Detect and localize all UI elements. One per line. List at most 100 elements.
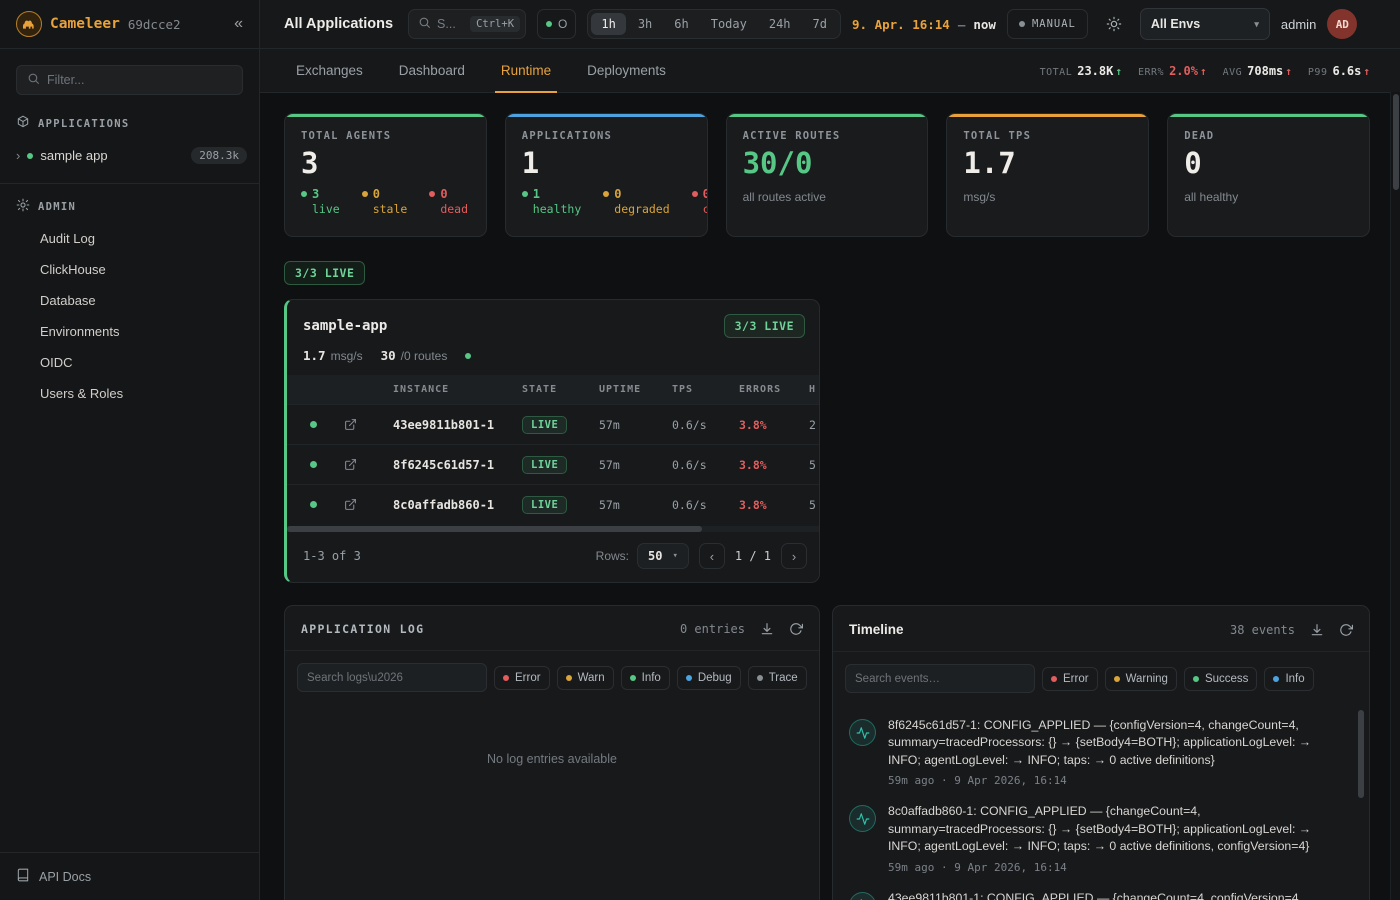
refresh-icon[interactable]: [1339, 623, 1353, 637]
applications-section-header: APPLICATIONS: [0, 101, 259, 140]
log-filter-trace[interactable]: Trace: [748, 666, 807, 690]
log-filter-warn[interactable]: Warn: [557, 666, 614, 690]
chevron-right-icon[interactable]: ›: [16, 148, 20, 163]
manual-label: MANUAL: [1032, 18, 1076, 30]
camel-logo-icon: [16, 11, 42, 37]
stat-card-dead: DEAD 0 all healthy: [1167, 113, 1370, 237]
download-icon[interactable]: [760, 622, 774, 636]
sidebar-item-clickhouse[interactable]: ClickHouse: [0, 254, 259, 285]
sidebar-item-database[interactable]: Database: [0, 285, 259, 316]
timeline-filter-success[interactable]: Success: [1184, 667, 1257, 691]
timeline-event[interactable]: 8c0affadb860-1: CONFIG_APPLIED — {change…: [849, 803, 1347, 873]
app-root: Cameleer 69dcce2 « APPLICATIONS › sample…: [0, 0, 1400, 900]
theme-toggle-button[interactable]: [1099, 9, 1129, 39]
global-search[interactable]: S... Ctrl+K: [408, 9, 526, 39]
instance-health-dot: [310, 461, 317, 468]
stat-p99: P99 6.6s ↑: [1308, 64, 1370, 78]
tab-runtime[interactable]: Runtime: [501, 49, 551, 92]
log-filter-debug[interactable]: Debug: [677, 666, 741, 690]
topbar: All Applications S... Ctrl+K O 1h 3h 6h …: [260, 0, 1400, 49]
summary-stats: TOTAL 23.8K ↑ ERR% 2.0% ↑ AVG 708ms ↑ P9…: [1040, 49, 1370, 92]
page-scrollbar[interactable]: [1390, 92, 1400, 900]
log-controls: Error Warn Info Debug Trace: [285, 651, 819, 704]
api-docs-label: API Docs: [39, 870, 91, 884]
up-arrow-icon: ↑: [1363, 65, 1370, 78]
table-footer: 1-3 of 3 Rows: 50 ▾ ‹ 1 / 1 ›: [287, 532, 819, 582]
log-filter-info[interactable]: Info: [621, 666, 670, 690]
refresh-mode-button[interactable]: MANUAL: [1007, 9, 1088, 39]
build-hash: 69dcce2: [128, 17, 181, 32]
time-range-1h[interactable]: 1h: [591, 13, 625, 35]
substat-stale: 0 stale: [362, 187, 408, 216]
tabbar: Exchanges Dashboard Runtime Deployments …: [260, 49, 1400, 93]
table-row[interactable]: 43ee9811b801-1 LIVE 57m 0.6/s 3.8% 2: [287, 404, 819, 444]
admin-section-header: ADMIN: [0, 184, 259, 223]
table-row[interactable]: 8f6245c61d57-1 LIVE 57m 0.6/s 3.8% 5: [287, 444, 819, 484]
instance-health-dot: [310, 421, 317, 428]
next-page-button[interactable]: ›: [781, 543, 807, 569]
external-link-icon[interactable]: [331, 498, 393, 511]
timeline-filter-error[interactable]: Error: [1042, 667, 1098, 691]
filter-input-box[interactable]: [16, 65, 243, 95]
app-title: Cameleer: [50, 16, 120, 32]
download-icon[interactable]: [1310, 623, 1324, 637]
sidebar-item-audit-log[interactable]: Audit Log: [0, 223, 259, 254]
prev-page-button[interactable]: ‹: [699, 543, 725, 569]
time-range-24h[interactable]: 24h: [759, 13, 801, 35]
timeline-event[interactable]: 8f6245c61d57-1: CONFIG_APPLIED — {config…: [849, 717, 1347, 787]
sidebar-item-users-roles[interactable]: Users & Roles: [0, 378, 259, 409]
chevron-down-icon: ▾: [672, 551, 677, 561]
rows-per-page-select[interactable]: 50 ▾: [637, 543, 689, 569]
timeline-scrollbar-thumb[interactable]: [1358, 710, 1364, 798]
time-range-today[interactable]: Today: [701, 13, 757, 35]
sidebar-item-oidc[interactable]: OIDC: [0, 347, 259, 378]
avatar[interactable]: AD: [1327, 9, 1357, 39]
timeline-filter-info[interactable]: Info: [1264, 667, 1313, 691]
timeline-event[interactable]: 43ee9811b801-1: CONFIG_APPLIED — {change…: [849, 890, 1347, 900]
log-search-input[interactable]: [307, 672, 477, 684]
time-range-6h[interactable]: 6h: [664, 13, 698, 35]
substat-degraded: 0 degraded: [603, 187, 669, 216]
card-accent: [947, 114, 1148, 117]
page-scrollbar-thumb[interactable]: [1393, 94, 1399, 190]
app-item-label: sample app: [40, 148, 107, 163]
external-link-icon[interactable]: [331, 458, 393, 471]
sidebar-item-sample-app[interactable]: › sample app 208.3k: [0, 140, 259, 171]
application-metrics: 1.7msg/s 30/0 routes: [287, 348, 819, 375]
date-to: now: [973, 17, 996, 32]
sidebar: Cameleer 69dcce2 « APPLICATIONS › sample…: [0, 0, 260, 900]
timeline-search-box[interactable]: [845, 664, 1035, 693]
stat-cards-row: TOTAL AGENTS 3 3 live 0 stale 0: [284, 113, 1370, 237]
activity-icon: [849, 719, 876, 746]
tab-deployments[interactable]: Deployments: [587, 49, 666, 92]
book-icon: [16, 868, 30, 885]
timeline-search-input[interactable]: [855, 673, 1025, 685]
timeline-events-count: 38 events: [1230, 623, 1295, 637]
time-range-3h[interactable]: 3h: [628, 13, 662, 35]
date-range-display[interactable]: 9. Apr. 16:14 — now: [852, 17, 996, 32]
log-search-box[interactable]: [297, 663, 487, 692]
online-status-pill[interactable]: O: [537, 9, 576, 39]
external-link-icon[interactable]: [331, 418, 393, 431]
tab-dashboard[interactable]: Dashboard: [399, 49, 465, 92]
filter-input[interactable]: [47, 73, 232, 87]
chevron-down-icon: ▾: [1254, 19, 1259, 30]
page-title: All Applications: [284, 16, 393, 32]
sidebar-collapse-button[interactable]: «: [234, 15, 243, 33]
applications-header-label: APPLICATIONS: [38, 118, 129, 130]
stat-card-active-routes: ACTIVE ROUTES 30/0 all routes active: [726, 113, 929, 237]
refresh-icon[interactable]: [789, 622, 803, 636]
stat-card-total-tps: TOTAL TPS 1.7 msg/s: [946, 113, 1149, 237]
environment-select[interactable]: All Envs ▾: [1140, 8, 1270, 40]
tab-exchanges[interactable]: Exchanges: [296, 49, 363, 92]
main-area: All Applications S... Ctrl+K O 1h 3h 6h …: [260, 0, 1400, 900]
api-docs-link[interactable]: API Docs: [0, 852, 259, 900]
time-range-7d[interactable]: 7d: [803, 13, 837, 35]
up-arrow-icon: ↑: [1285, 65, 1292, 78]
log-filter-error[interactable]: Error: [494, 666, 550, 690]
application-log-title: APPLICATION LOG: [301, 622, 424, 636]
timeline-filter-warning[interactable]: Warning: [1105, 667, 1177, 691]
table-row[interactable]: 8c0affadb860-1 LIVE 57m 0.6/s 3.8% 5: [287, 484, 819, 524]
sidebar-item-environments[interactable]: Environments: [0, 316, 259, 347]
up-arrow-icon: ↑: [1200, 65, 1207, 78]
